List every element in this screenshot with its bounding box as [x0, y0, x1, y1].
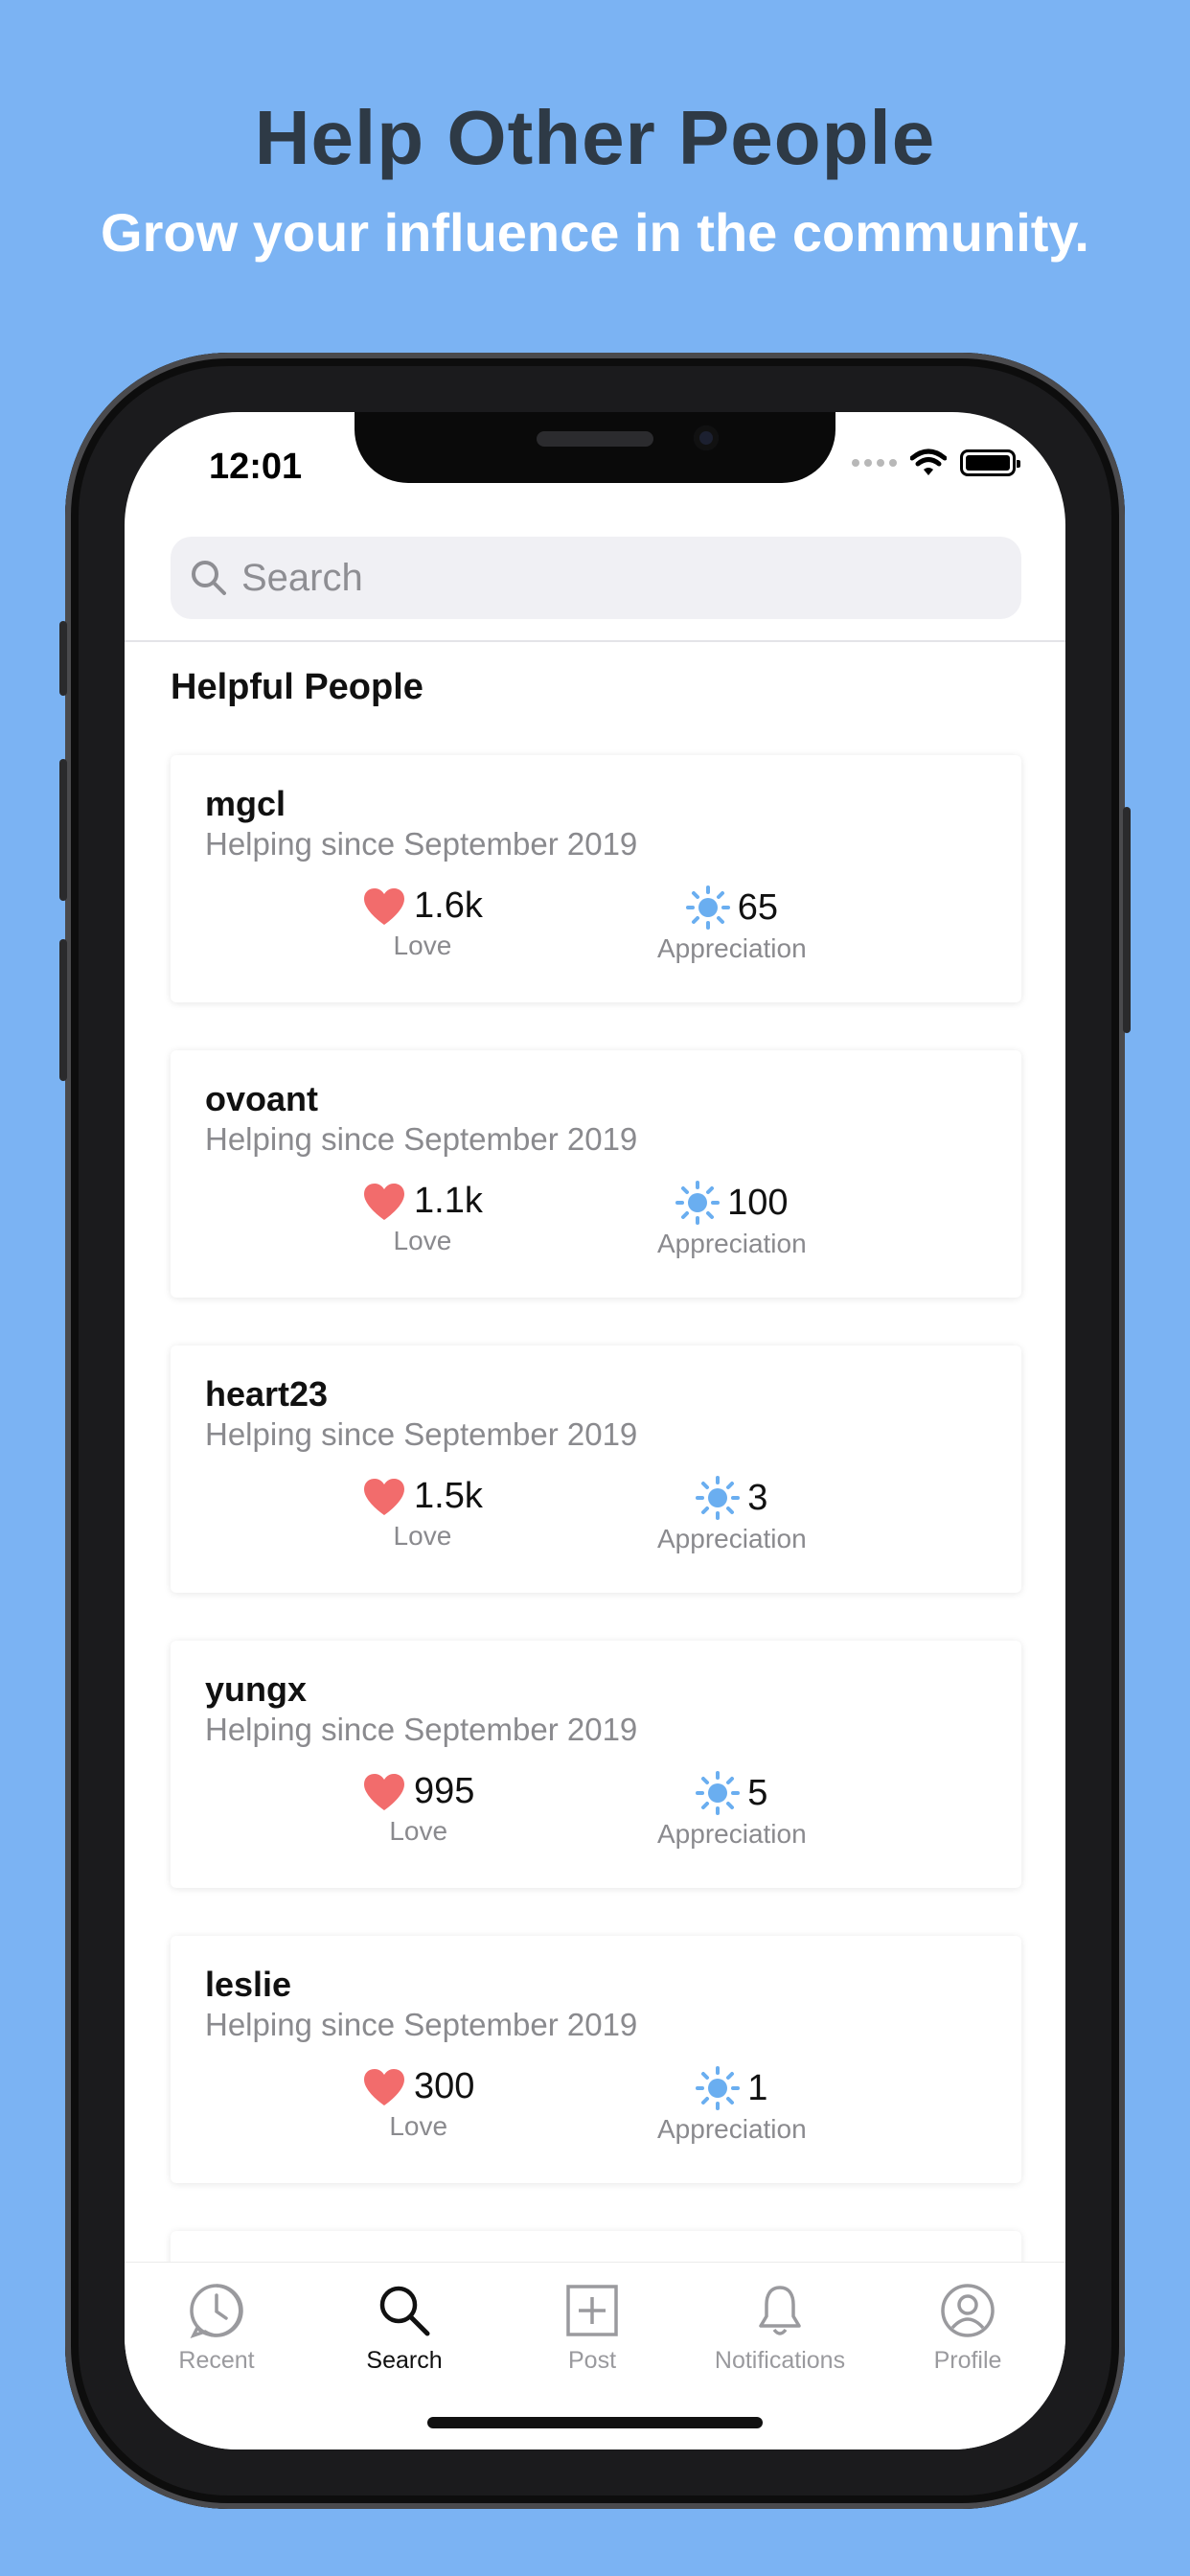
person-card[interactable]: ovoant Helping since September 2019 1.1k… — [171, 1050, 1021, 1298]
love-label: Love — [393, 1226, 452, 1255]
helping-since: Helping since September 2019 — [205, 1416, 638, 1452]
tab-profile[interactable]: Profile — [874, 2282, 1062, 2375]
username: leslie — [205, 1965, 292, 2004]
search-icon — [379, 2286, 430, 2336]
appreciation-label: Appreciation — [657, 933, 807, 963]
status-time: 12:01 — [209, 447, 303, 487]
tab-label: Notifications — [714, 2347, 846, 2374]
appreciation-label: Appreciation — [657, 1229, 807, 1258]
plus-square-icon — [566, 2285, 618, 2336]
divider — [125, 640, 1065, 642]
front-camera — [694, 426, 719, 450]
phone-screen: 12:01 Helpful People mgcl Helping since … — [125, 412, 1065, 2450]
tab-label: Post — [567, 2347, 617, 2374]
status-icons — [852, 448, 1020, 477]
person-card[interactable]: heart23 Helping since September 2019 1.5… — [171, 1346, 1021, 1593]
sun-icon — [685, 886, 730, 930]
appreciation-label: Appreciation — [657, 1524, 807, 1553]
battery-icon — [960, 449, 1020, 476]
speaker — [537, 431, 653, 447]
heart-icon — [364, 2068, 404, 2105]
love-count: 995 — [414, 1771, 475, 1811]
notch — [355, 412, 835, 483]
phone-power-button — [1123, 807, 1131, 1033]
home-indicator[interactable] — [427, 2417, 763, 2428]
helping-since: Helping since September 2019 — [205, 826, 638, 862]
appreciation-count: 1 — [747, 2067, 768, 2108]
tab-recent[interactable]: Recent — [125, 2282, 310, 2375]
phone-volume-up — [59, 759, 67, 901]
search-bar[interactable] — [171, 537, 1021, 619]
love-count: 1.5k — [414, 1476, 483, 1516]
person-card[interactable]: mgcl Helping since September 2019 1.6k L… — [171, 755, 1021, 1002]
username: yungx — [205, 1669, 308, 1709]
tab-notifications[interactable]: Notifications — [686, 2282, 874, 2375]
appreciation-label: Appreciation — [657, 2114, 807, 2144]
appreciation-stat: 100 Appreciation — [657, 1181, 807, 1259]
helping-since: Helping since September 2019 — [205, 1712, 638, 1747]
username: ovoant — [205, 1079, 319, 1118]
appreciation-count: 65 — [737, 886, 778, 928]
tab-label: Profile — [933, 2347, 1002, 2374]
clock-bubble-icon — [190, 2284, 243, 2338]
person-card[interactable]: yungx Helping since September 2019 995 L… — [171, 1641, 1021, 1888]
signal-dots-icon — [852, 459, 897, 467]
people-list: mgcl Helping since September 2019 1.6k L… — [171, 755, 1021, 2269]
appreciation-stat: 65 Appreciation — [657, 886, 807, 964]
section-title: Helpful People — [171, 667, 423, 707]
love-label: Love — [389, 1816, 448, 1846]
love-stat: 300 Love — [362, 2066, 474, 2142]
helping-since: Helping since September 2019 — [205, 2007, 638, 2042]
sun-icon — [696, 1771, 741, 1815]
heart-icon — [364, 1183, 404, 1220]
search-input[interactable] — [241, 556, 989, 600]
wifi-icon — [910, 448, 947, 475]
heart-icon — [364, 1773, 404, 1810]
appreciation-stat: 5 Appreciation — [657, 1771, 807, 1850]
appreciation-stat: 3 Appreciation — [657, 1476, 807, 1554]
love-label: Love — [393, 931, 452, 960]
sun-icon — [696, 2066, 741, 2110]
phone-mute-switch — [59, 621, 67, 696]
appreciation-count: 3 — [747, 1477, 768, 1518]
username: mgcl — [205, 784, 286, 823]
love-stat: 1.6k Love — [362, 886, 483, 961]
heart-icon — [364, 887, 404, 925]
tab-label: Search — [366, 2347, 443, 2374]
sun-icon — [696, 1476, 741, 1520]
heart-icon — [364, 1478, 404, 1515]
subline: Grow your influence in the community. — [101, 202, 1089, 263]
love-stat: 995 Love — [362, 1771, 474, 1847]
love-label: Love — [393, 1521, 452, 1551]
username: heart23 — [205, 1374, 329, 1414]
love-stat: 1.5k Love — [362, 1476, 483, 1552]
search-icon — [192, 561, 226, 595]
appreciation-count: 100 — [727, 1182, 789, 1223]
love-count: 1.1k — [414, 1181, 483, 1221]
sun-icon — [675, 1181, 721, 1225]
love-stat: 1.1k Love — [362, 1181, 483, 1256]
tab-post[interactable]: Post — [498, 2282, 686, 2375]
appreciation-stat: 1 Appreciation — [657, 2066, 807, 2145]
phone-volume-down — [59, 939, 67, 1081]
person-card[interactable]: leslie Helping since September 2019 300 … — [171, 1936, 1021, 2183]
helping-since: Helping since September 2019 — [205, 1121, 638, 1157]
headline: Help Other People — [254, 95, 936, 180]
user-circle-icon — [941, 2284, 995, 2337]
love-count: 1.6k — [414, 886, 483, 926]
tab-search[interactable]: Search — [310, 2282, 498, 2375]
bell-icon — [759, 2286, 801, 2335]
tab-label: Recent — [178, 2347, 255, 2374]
appreciation-label: Appreciation — [657, 1819, 807, 1849]
love-count: 300 — [414, 2066, 475, 2106]
love-label: Love — [389, 2111, 448, 2141]
appreciation-count: 5 — [747, 1772, 768, 1813]
